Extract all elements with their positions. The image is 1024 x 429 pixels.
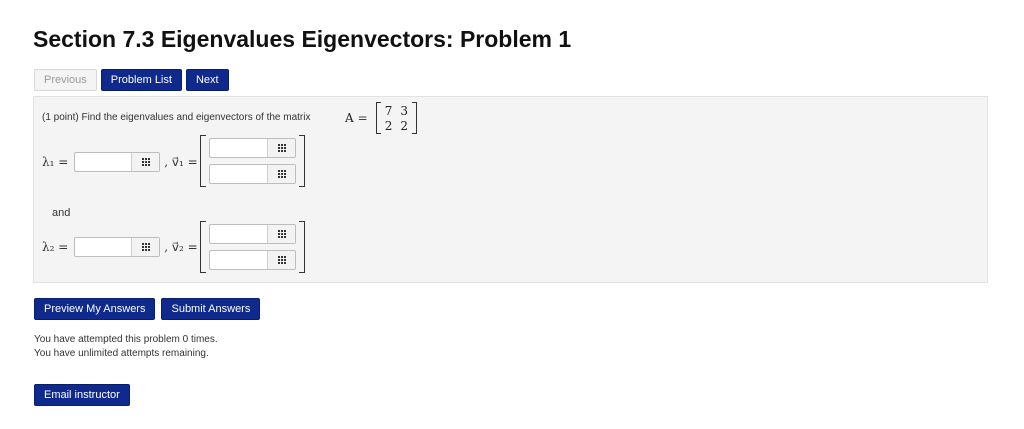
lambda1-row: λ₁ = , v⃗₁ =	[42, 152, 198, 172]
matrix-label: A	[345, 111, 354, 125]
email-instructor-button[interactable]: Email instructor	[34, 384, 130, 406]
matrix-a: A = 7 3 2 2	[345, 102, 418, 134]
v1-top-answer-box	[209, 138, 296, 158]
matrix-grid-icon[interactable]	[267, 165, 295, 183]
lambda1-answer-box	[74, 152, 161, 172]
v2-entries	[209, 224, 296, 270]
v2-top-answer-box	[209, 224, 296, 244]
preview-answers-button[interactable]: Preview My Answers	[34, 298, 156, 320]
lambda2-row: λ₂ = , v⃗₂ =	[42, 237, 198, 257]
matrix-grid-icon[interactable]	[267, 225, 295, 243]
prompt-text: (1 point) Find the eigenvalues and eigen…	[42, 112, 311, 123]
v2-bottom-input[interactable]	[210, 251, 267, 269]
and-text: and	[52, 207, 71, 219]
matrix-entries: 7 3 2 2	[381, 103, 412, 134]
lambda2-input[interactable]	[75, 238, 132, 256]
v1-vector	[200, 135, 305, 187]
v2-bottom-answer-box	[209, 250, 296, 270]
matrix-grid-icon[interactable]	[267, 139, 295, 157]
submit-answers-button[interactable]: Submit Answers	[161, 298, 261, 320]
matrix-equals: =	[357, 111, 368, 125]
v2-top-input[interactable]	[210, 225, 267, 243]
previous-button[interactable]: Previous	[34, 69, 97, 91]
matrix-right-bracket	[412, 102, 418, 134]
attempt-status: You have attempted this problem 0 times.…	[34, 333, 218, 361]
answer-actions: Preview My Answers Submit Answers	[34, 298, 261, 320]
matrix-entry: 3	[400, 103, 409, 118]
v1-right-bracket	[299, 135, 305, 187]
attempts-text: You have attempted this problem 0 times.	[34, 334, 218, 345]
problem-list-button[interactable]: Problem List	[100, 69, 182, 91]
matrix-grid-icon[interactable]	[131, 153, 160, 171]
lambda1-label: λ₁ =	[42, 155, 69, 169]
lambda2-label: λ₂ =	[42, 240, 69, 254]
v1-top-input[interactable]	[210, 139, 267, 157]
v1-entries	[209, 138, 296, 184]
v2-right-bracket	[299, 221, 305, 273]
next-button[interactable]: Next	[185, 69, 229, 91]
lambda2-answer-box	[74, 237, 161, 257]
matrix-entry: 2	[384, 118, 393, 133]
email-area: Email instructor	[34, 384, 130, 406]
v2-left-bracket	[200, 221, 206, 273]
problem-panel: (1 point) Find the eigenvalues and eigen…	[33, 96, 988, 283]
matrix-grid-icon[interactable]	[267, 251, 295, 269]
problem-nav: Previous Problem List Next	[34, 69, 229, 91]
v1-bottom-input[interactable]	[210, 165, 267, 183]
v1-bottom-answer-box	[209, 164, 296, 184]
matrix-grid-icon[interactable]	[131, 238, 160, 256]
v2-label: , v⃗₂ =	[164, 240, 198, 254]
matrix-entry: 7	[384, 103, 393, 118]
lambda1-input[interactable]	[75, 153, 132, 171]
remaining-text: You have unlimited attempts remaining.	[34, 348, 209, 359]
matrix-entry: 2	[400, 118, 409, 133]
problem-prompt: (1 point) Find the eigenvalues and eigen…	[42, 112, 311, 123]
v2-vector	[200, 221, 305, 273]
v1-left-bracket	[200, 135, 206, 187]
v1-label: , v⃗₁ =	[164, 155, 198, 169]
page-title: Section 7.3 Eigenvalues Eigenvectors: Pr…	[33, 26, 572, 52]
